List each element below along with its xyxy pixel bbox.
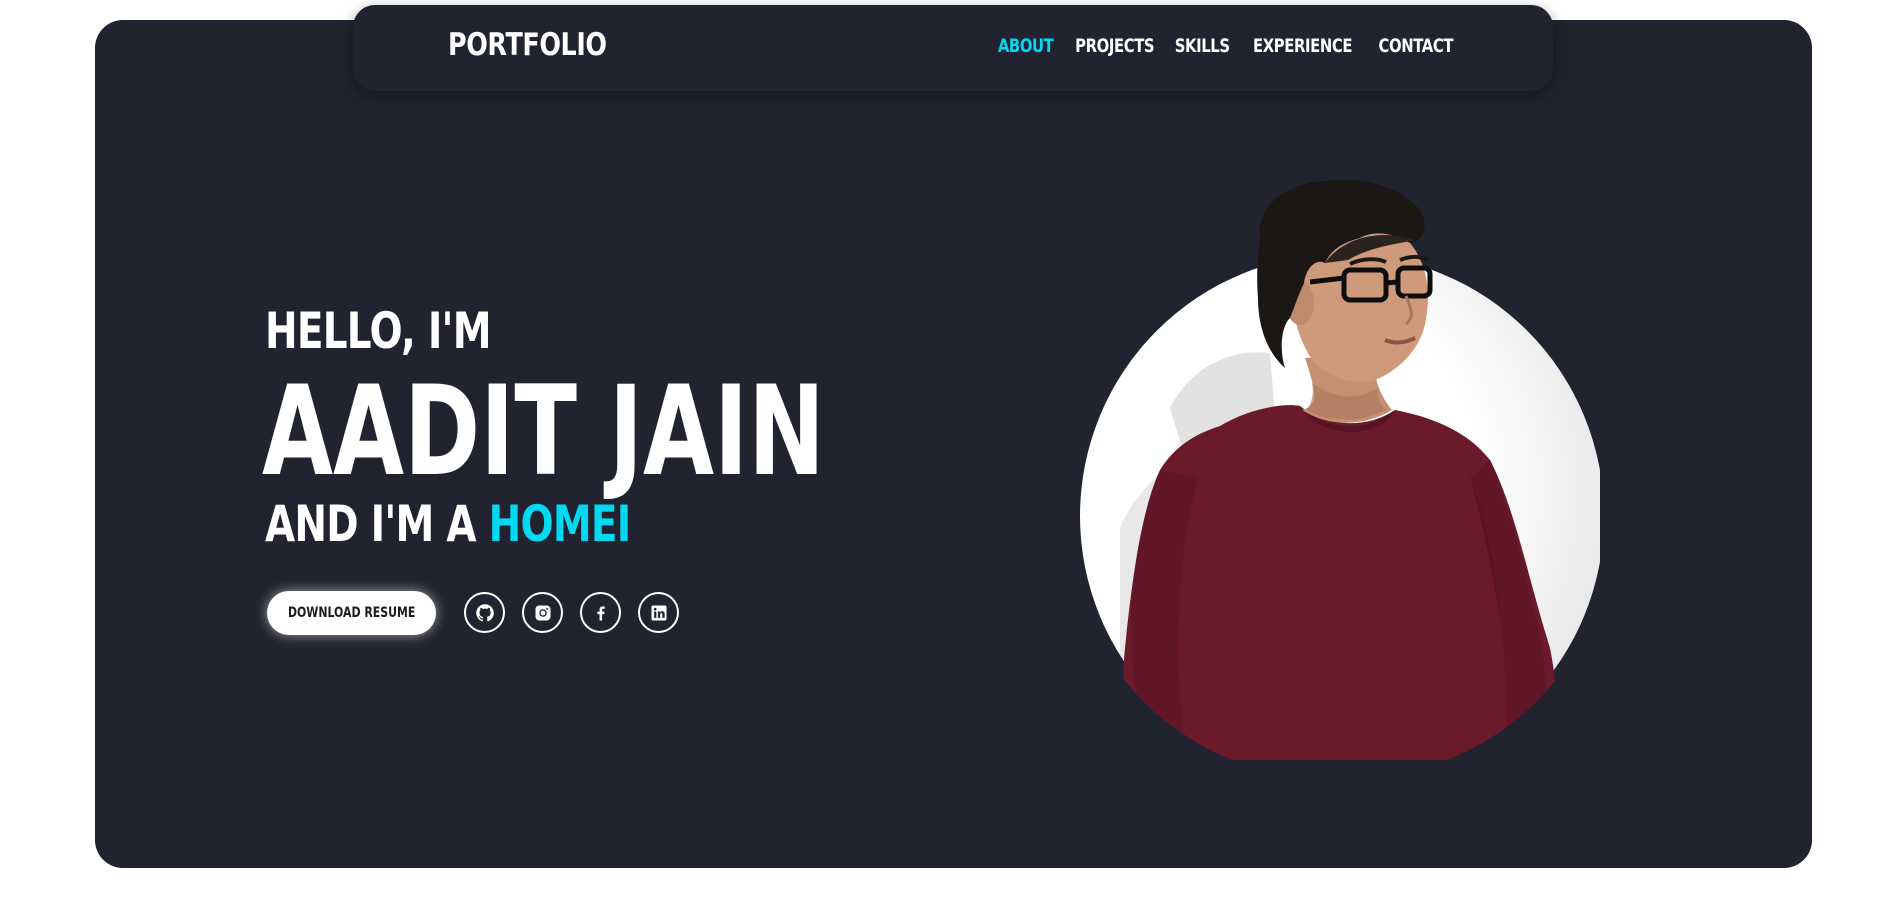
profile-photo xyxy=(1080,179,1600,760)
download-resume-label: DOWNLOAD RESUME xyxy=(287,605,416,621)
site-logo[interactable]: PORTFOLIO xyxy=(448,27,607,63)
linkedin-icon xyxy=(651,605,666,620)
download-resume-button[interactable]: DOWNLOAD RESUME xyxy=(267,591,436,635)
nav-link-experience[interactable]: EXPERIENCE xyxy=(1253,35,1352,57)
role-highlight: HOMEI xyxy=(488,495,632,553)
nav-link-skills[interactable]: SKILLS xyxy=(1175,35,1230,57)
name-heading: AADIT JAIN xyxy=(262,360,825,504)
nav-link-about[interactable]: ABOUT xyxy=(998,35,1054,57)
person-figure xyxy=(1123,179,1557,760)
social-links xyxy=(464,592,679,633)
instagram-link[interactable] xyxy=(522,592,563,633)
facebook-link[interactable] xyxy=(580,592,621,633)
greeting-heading: HELLO, I'M xyxy=(265,302,492,360)
navbar: PORTFOLIO ABOUT PROJECTS SKILLS EXPERIEN… xyxy=(353,5,1553,91)
role-heading: AND I'M A HOMEI xyxy=(265,495,632,553)
nav-links: ABOUT PROJECTS SKILLS EXPERIENCE CONTACT xyxy=(996,35,1458,57)
nav-link-contact[interactable]: CONTACT xyxy=(1379,35,1454,57)
facebook-icon xyxy=(596,605,605,620)
instagram-icon xyxy=(535,605,550,620)
nav-link-projects[interactable]: PROJECTS xyxy=(1075,35,1154,57)
github-icon xyxy=(475,603,494,621)
linkedin-link[interactable] xyxy=(638,592,679,633)
role-prefix: AND I'M A xyxy=(265,495,489,553)
github-link[interactable] xyxy=(464,592,505,633)
